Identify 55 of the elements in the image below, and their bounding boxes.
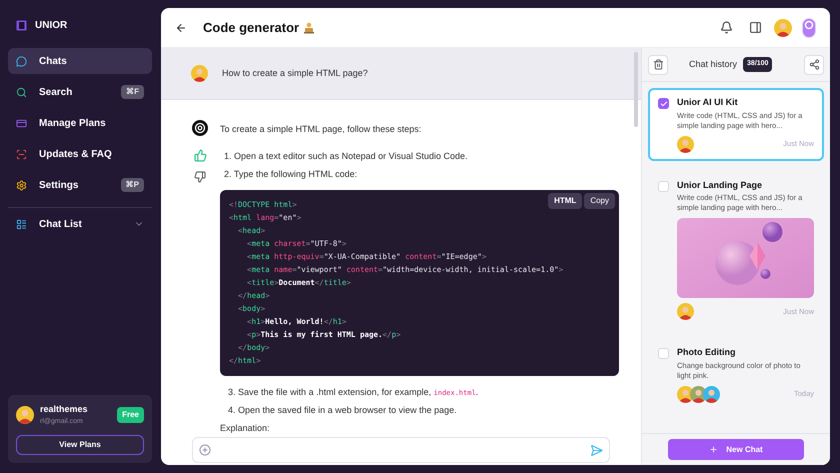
logo-icon (16, 20, 27, 30)
card-title: Unior Landing Page (677, 178, 764, 192)
nav-item[interactable]: Settings ⌘P (8, 172, 152, 198)
nav-item[interactable]: Search ⌘F (8, 79, 152, 105)
step-text: 4. Open the saved file in a web browser to view the page. (228, 404, 457, 417)
avatar (774, 18, 792, 36)
nav-item[interactable]: Chats (8, 48, 152, 74)
thumbs-up-icon[interactable] (194, 149, 206, 162)
shortcut-badge: ⌘F (121, 85, 144, 99)
new-chat-button[interactable]: New Chat (668, 439, 804, 460)
attach-icon[interactable] (199, 444, 211, 456)
chat-bubble-icon (16, 56, 27, 66)
avatar (16, 406, 34, 424)
trash-icon (652, 59, 664, 70)
nav-item[interactable]: Manage Plans (8, 110, 152, 136)
search-icon (16, 86, 27, 98)
language-label: HTML (548, 192, 582, 208)
list-icon (16, 218, 27, 230)
question-text: How to create a simple HTML page? (222, 66, 368, 80)
view-plans-button[interactable]: View Plans (16, 435, 144, 455)
card-title: Photo Editing (677, 346, 736, 359)
step-text: 2. Type the following HTML code: (224, 168, 358, 181)
checkbox[interactable] (658, 98, 669, 109)
panel-icon[interactable] (749, 21, 762, 34)
checkbox[interactable] (658, 348, 669, 359)
person-at-desk-icon (303, 22, 316, 34)
nav-item[interactable]: Updates & FAQ (8, 141, 152, 167)
chat-title: Code generator (203, 18, 300, 37)
send-icon[interactable] (590, 444, 603, 456)
share-button[interactable] (804, 54, 824, 74)
user-name: realthemes (40, 403, 89, 416)
explanation-heading: Explanation: (220, 422, 270, 435)
back-icon[interactable] (175, 22, 187, 34)
copy-button[interactable]: Copy (584, 192, 615, 208)
step-text: 1. Open a text editor such as Notepad or Visual Studio Code. (224, 150, 469, 163)
scan-icon (16, 148, 27, 160)
plus-icon (709, 445, 718, 454)
card-title: Unior AI UI Kit (677, 96, 739, 109)
shortcut-badge: ⌘P (120, 178, 144, 192)
toggle-icon[interactable] (802, 18, 816, 38)
delete-button[interactable] (648, 54, 668, 74)
card-icon (16, 118, 27, 128)
brand-name: UNIOR (35, 18, 68, 32)
settings-icon (16, 180, 27, 190)
share-icon (808, 59, 820, 70)
avatar (191, 65, 208, 82)
bell-icon[interactable] (720, 21, 733, 34)
chat-list-toggle[interactable]: Chat List (8, 211, 152, 237)
plan-badge: Free (117, 407, 144, 423)
thumbs-down-icon[interactable] (194, 171, 206, 183)
history-title: Chat history (689, 58, 738, 71)
answer-text: To create a simple HTML page, follow these steps: (220, 123, 422, 136)
message-input[interactable] (192, 437, 610, 463)
checkbox[interactable] (658, 180, 669, 192)
check-icon (660, 100, 668, 108)
